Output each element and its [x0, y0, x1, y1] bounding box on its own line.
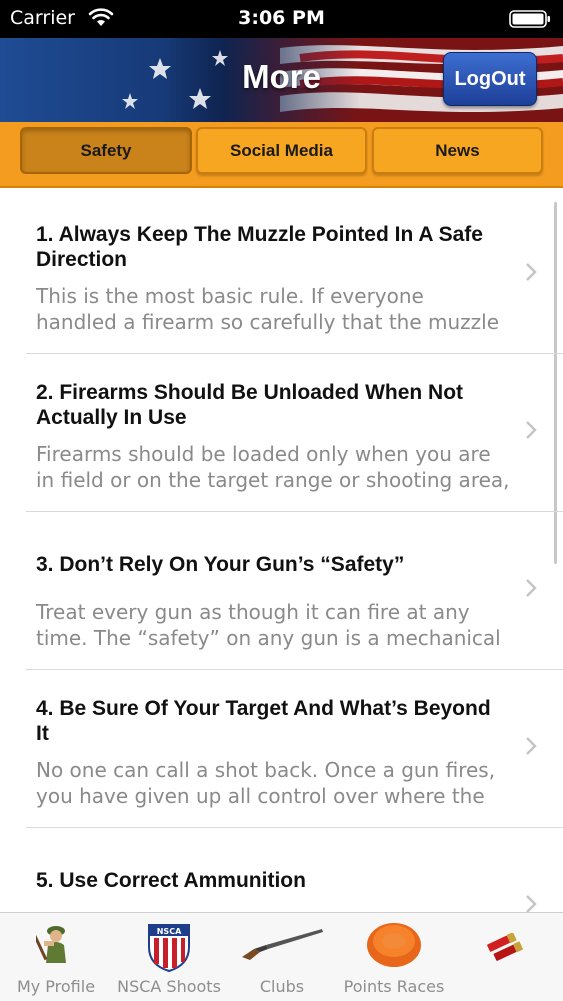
list-item[interactable]: 5. Use Correct Ammunition: [0, 828, 563, 912]
nsca-shield-icon: NSCA: [148, 924, 190, 973]
battery-icon: [509, 10, 550, 28]
chevron-right-icon: [526, 263, 537, 281]
rule-description: you have given up all control over where…: [36, 784, 485, 808]
rule-description: This is the most basic rule. If everyone: [36, 284, 424, 308]
chevron-right-icon: [526, 737, 537, 755]
list-item[interactable]: 4. Be Sure Of Your Target And What’s Bey…: [0, 670, 563, 828]
bottom-tab-clubs[interactable]: Clubs: [226, 913, 338, 1001]
chevron-right-icon: [526, 421, 537, 439]
status-time: 3:06 PM: [238, 7, 325, 29]
segment-tabs: Safety Social Media News: [0, 122, 563, 188]
rule-title: 5. Use Correct Ammunition: [36, 869, 306, 892]
chevron-right-icon: [526, 579, 537, 597]
bottom-tab-shells[interactable]: [450, 913, 563, 1001]
status-bar: Carrier 3:06 PM: [0, 0, 563, 38]
nsca-badge-text: NSCA: [157, 927, 182, 936]
bottom-tab-label: Clubs: [259, 977, 305, 996]
rule-description: No one can call a shot back. Once a gun …: [36, 758, 496, 782]
clay-target-icon: [367, 923, 421, 967]
chevron-right-icon: [526, 895, 537, 912]
rule-title: 4. Be Sure Of Your Target And What’s Bey…: [36, 697, 491, 745]
bottom-tab-bar: My Profile NSCA NSCA Shoots Clubs Points…: [0, 912, 563, 1001]
bottom-tab-points-races[interactable]: Points Races: [338, 913, 450, 1001]
safety-rules-list: 1. Always Keep The Muzzle Pointed In A S…: [0, 196, 563, 912]
bottom-tab-label: Points Races: [343, 977, 445, 996]
rule-title: 3. Don’t Rely On Your Gun’s “Safety”: [36, 553, 405, 576]
bottom-tab-nsca-shoots[interactable]: NSCA NSCA Shoots: [112, 913, 226, 1001]
bottom-tab-label: NSCA Shoots: [117, 977, 221, 996]
tab-safety[interactable]: Safety: [20, 127, 192, 174]
bottom-tab-my-profile[interactable]: My Profile: [0, 913, 112, 1001]
rule-description: in field or on the target range or shoot…: [36, 468, 510, 492]
tab-news[interactable]: News: [372, 127, 543, 174]
shotgun-shells-icon: [487, 933, 524, 961]
rule-description: handled a firearm so carefully that the …: [36, 310, 500, 334]
rule-title: 2. Firearms Should Be Unloaded When Not …: [36, 381, 464, 429]
list-item[interactable]: 1. Always Keep The Muzzle Pointed In A S…: [0, 196, 563, 354]
rule-title: 1. Always Keep The Muzzle Pointed In A S…: [36, 223, 483, 271]
tab-social-media[interactable]: Social Media: [196, 127, 367, 174]
hunter-icon: [36, 926, 66, 963]
logout-button[interactable]: LogOut: [443, 52, 537, 106]
rule-description: time. The “safety” on any gun is a mecha…: [36, 626, 501, 650]
bottom-tab-label: My Profile: [16, 977, 96, 996]
header: More LogOut: [0, 38, 563, 122]
list-item[interactable]: 2. Firearms Should Be Unloaded When Not …: [0, 354, 563, 512]
list-item[interactable]: 3. Don’t Rely On Your Gun’s “Safety” Tre…: [0, 512, 563, 670]
shotgun-icon: [242, 929, 323, 960]
rule-description: Treat every gun as though it can fire at…: [36, 600, 470, 624]
rule-description: Firearms should be loaded only when you …: [36, 442, 491, 466]
